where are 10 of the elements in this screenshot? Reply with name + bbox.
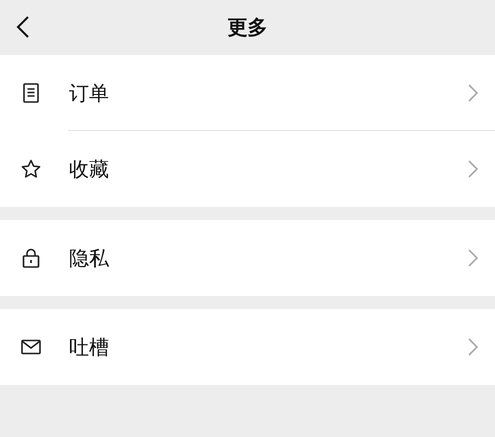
menu-item[interactable]: 收藏 [69,156,467,182]
chevron-icon [467,337,479,357]
star-icon [20,158,42,180]
menu-item[interactable]: 订单 [69,80,467,106]
page-title: 更多 [228,14,268,41]
chevron-icon [467,159,479,179]
chevron-icon [467,83,479,103]
lock-icon [20,247,42,269]
chevron-icon [467,248,479,268]
document-icon [20,82,42,104]
